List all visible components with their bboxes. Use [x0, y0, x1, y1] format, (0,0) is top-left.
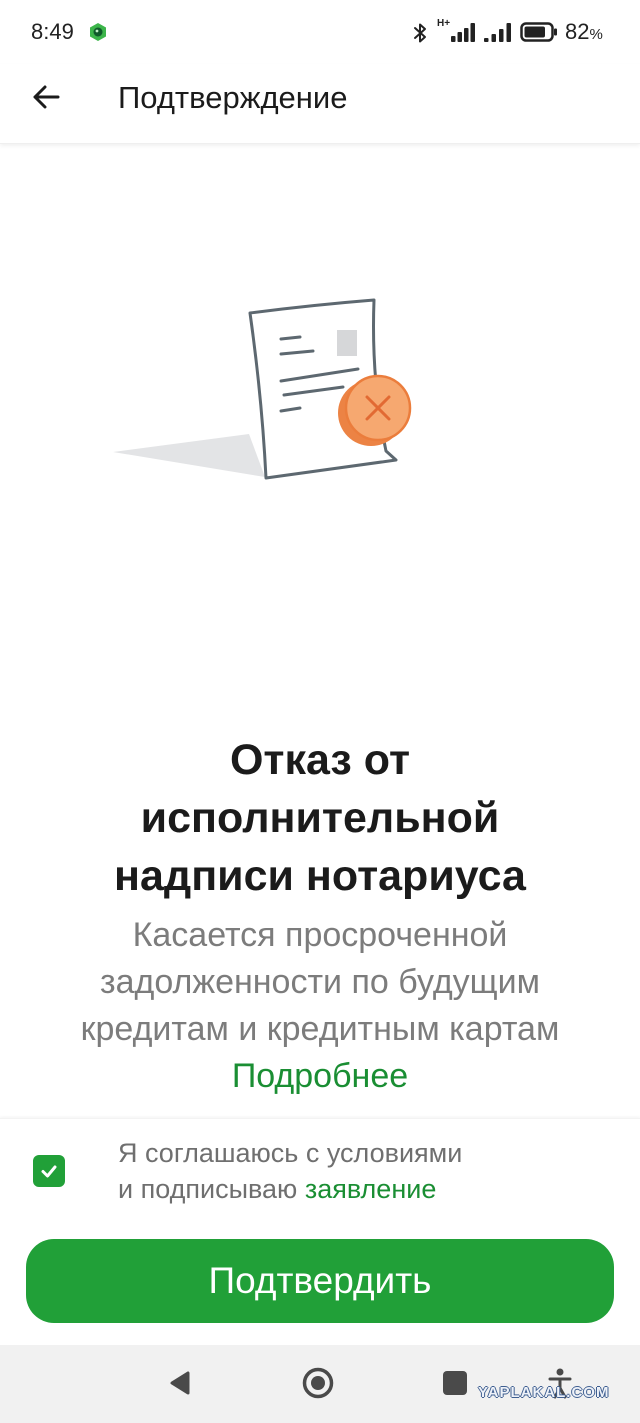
offer-description-line: кредитам и кредитным картам [80, 1010, 560, 1048]
agreement-text-line: и подписываю заявление [118, 1171, 462, 1207]
bluetooth-glyph [414, 23, 426, 43]
offer-title-line: исполнительной [140, 794, 500, 842]
network-type-label: H+ [437, 18, 451, 29]
signal-bar [470, 23, 475, 42]
checkmark-icon [41, 1165, 57, 1178]
agreement-text-line: Я соглашаюсь с условиями [118, 1138, 463, 1168]
agreement-text: Я соглашаюсь с условиями и подписываю за… [118, 1135, 462, 1207]
confirm-button[interactable]: Подтвердить [26, 1239, 614, 1323]
offer-description: Касается просроченной задолженности по б… [0, 912, 640, 1053]
statement-link[interactable]: заявление [305, 1174, 437, 1204]
recents-square [443, 1371, 467, 1395]
offer-title: Отказ от исполнительной надписи нотариус… [0, 731, 640, 905]
system-nav-bar: YAPLAKAL.COM [0, 1345, 640, 1423]
sim1-signal-icon [451, 23, 475, 42]
circle-home-icon [302, 1367, 334, 1399]
confirm-button-label: Подтвердить [208, 1260, 432, 1301]
offer-title-line: надписи нотариуса [114, 852, 526, 900]
battery-percent-unit: % [589, 26, 603, 43]
battery-nub [554, 28, 557, 36]
checkmark-glyph [41, 1165, 57, 1178]
shield-core [93, 27, 103, 37]
signal-bar [464, 28, 469, 42]
nav-home-button[interactable] [293, 1358, 343, 1408]
illustration-shadow [113, 434, 265, 477]
arrow-left-glyph [33, 85, 60, 109]
bottom-panel: Я соглашаюсь с условиями и подписываю за… [0, 1118, 640, 1345]
signal-bar [457, 32, 462, 42]
triangle-back-icon [170, 1371, 190, 1395]
signal-bar [484, 38, 489, 42]
status-bar: 8:49 H+ 82% [0, 0, 640, 64]
square-recents-icon [443, 1371, 467, 1395]
nav-recents-button[interactable] [430, 1358, 480, 1408]
arrow-left-icon [33, 85, 60, 109]
signal-bar [451, 36, 456, 42]
watermark: YAPLAKAL.COM [478, 1384, 610, 1401]
home-dot [311, 1376, 325, 1390]
signal-bar [506, 23, 511, 42]
shield-core-highlight [95, 29, 99, 33]
document-text-line [279, 335, 302, 341]
rejected-document-icon [113, 298, 412, 480]
offer-description-line: задолженности по будущим [99, 963, 540, 1001]
accessibility-head [556, 1368, 564, 1376]
app-shield-icon [90, 23, 106, 41]
bluetooth-icon [414, 23, 426, 43]
battery-percent-value: 82 [565, 19, 590, 44]
more-info-link[interactable]: Подробнее [232, 1057, 408, 1095]
offer-title-line: Отказ от [229, 736, 411, 784]
signal-bar [491, 34, 496, 42]
app-bar: Подтверждение [0, 64, 640, 144]
more-info-row: Подробнее [0, 1053, 640, 1100]
offer-description-line: Касается просроченной [132, 916, 508, 954]
nav-back-button[interactable] [155, 1358, 205, 1408]
sim2-signal-icon [484, 23, 511, 42]
battery-icon [520, 22, 557, 42]
document-photo-placeholder [337, 330, 357, 356]
page-title: Подтверждение [118, 80, 348, 115]
battery-fill [524, 26, 545, 38]
triangle-back-glyph [170, 1371, 190, 1395]
agreement-text-prefix: и подписываю [118, 1174, 298, 1204]
signal-bar [499, 29, 504, 42]
agreement-checkbox[interactable] [33, 1155, 65, 1187]
battery-percent: 82% [565, 19, 603, 48]
back-button[interactable] [21, 72, 71, 122]
status-time: 8:49 [31, 19, 74, 44]
